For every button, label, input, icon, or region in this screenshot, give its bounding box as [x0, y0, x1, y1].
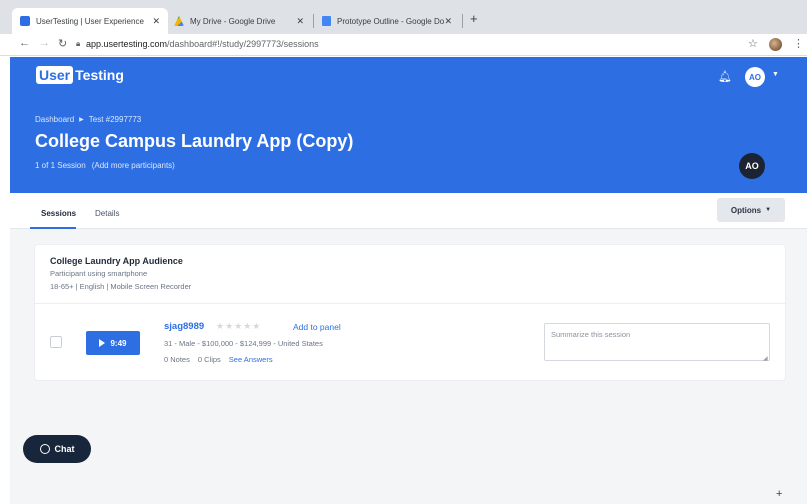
play-icon: [99, 339, 106, 347]
options-button[interactable]: Options ▼: [717, 198, 785, 222]
url-field[interactable]: app.usertesting.com/dashboard#!/study/29…: [86, 39, 319, 49]
forward-arrow-icon[interactable]: →: [39, 37, 50, 49]
see-answers-link[interactable]: See Answers: [229, 355, 273, 364]
breadcrumb: Dashboard ▶ Test #2997773: [35, 115, 141, 124]
summary-input[interactable]: [544, 323, 770, 361]
resize-grip-icon[interactable]: ◢: [763, 355, 768, 362]
close-tab-icon[interactable]: ✕: [296, 16, 304, 27]
reload-icon[interactable]: ↻: [58, 37, 67, 50]
session-count-line: 1 of 1 Session (Add more participants): [35, 161, 175, 170]
page-title: College Campus Laundry App (Copy): [35, 131, 354, 151]
tab-sessions[interactable]: Sessions: [41, 209, 76, 218]
usertesting-favicon-icon: [20, 16, 30, 26]
tab-title: My Drive - Google Drive: [190, 16, 276, 26]
account-avatar[interactable]: AO: [745, 67, 765, 87]
browser-tab-bar: UserTesting | User Experience ✕ My Drive…: [0, 0, 807, 34]
notification-bell-icon[interactable]: 🔔︎: [718, 70, 732, 83]
chat-button[interactable]: Chat: [23, 435, 91, 463]
video-duration: 9:49: [110, 338, 127, 348]
tab-title: UserTesting | User Experience: [36, 16, 144, 26]
close-tab-icon[interactable]: ✕: [444, 16, 452, 27]
add-participants-link[interactable]: (Add more participants): [92, 161, 175, 170]
chat-bubble-icon: [39, 444, 50, 454]
account-menu-caret-icon[interactable]: ▼: [772, 71, 779, 78]
session-count: 1 of 1 Session: [35, 161, 86, 170]
tab-separator: [462, 14, 463, 28]
usertesting-logo[interactable]: User Testing: [36, 66, 124, 84]
audience-title: College Laundry App Audience: [50, 256, 183, 266]
browser-tab-google-drive[interactable]: My Drive - Google Drive ✕: [166, 8, 312, 34]
address-bar: ← → ↻ 🔒︎ app.usertesting.com/dashboard#!…: [0, 34, 807, 56]
close-tab-icon[interactable]: ✕: [152, 16, 160, 27]
play-video-button[interactable]: 9:49: [86, 331, 140, 355]
audience-subtitle: Participant using smartphone: [50, 269, 148, 278]
lock-icon: 🔒︎: [76, 39, 81, 48]
add-to-panel-link[interactable]: Add to panel: [293, 322, 341, 332]
owner-avatar: AO: [739, 153, 765, 179]
session-stats: 0 Notes 0 Clips See Answers: [164, 355, 273, 364]
participant-username[interactable]: sjag8989: [164, 321, 204, 332]
browser-tab-usertesting[interactable]: UserTesting | User Experience ✕: [12, 8, 168, 34]
clips-count[interactable]: 0 Clips: [198, 355, 221, 364]
tab-details[interactable]: Details: [95, 209, 119, 218]
plus-icon[interactable]: +: [776, 488, 782, 500]
sessions-content: College Laundry App Audience Participant…: [10, 229, 807, 504]
study-tabs: Sessions Details Options ▼: [10, 193, 807, 229]
google-docs-favicon-icon: [322, 16, 331, 26]
study-header: User Testing 🔔︎ AO ▼ Dashboard ▶ Test #2…: [10, 57, 807, 193]
tab-title: Prototype Outline - Google Do: [337, 16, 445, 26]
google-drive-favicon-icon: [174, 16, 184, 26]
star-rating[interactable]: ★★★★★: [216, 321, 261, 332]
new-tab-button[interactable]: +: [470, 12, 478, 26]
breadcrumb-separator-icon: ▶: [79, 117, 84, 123]
audience-meta: 18-65+ | English | Mobile Screen Recorde…: [50, 282, 192, 291]
bookmark-star-icon[interactable]: ☆: [748, 37, 758, 50]
browser-menu-icon[interactable]: ⋮: [793, 37, 804, 50]
session-select-checkbox[interactable]: [50, 336, 62, 348]
card-divider: [35, 303, 785, 304]
browser-profile-avatar[interactable]: [769, 38, 782, 51]
breadcrumb-test[interactable]: Test #2997773: [89, 115, 142, 124]
chevron-down-icon: ▼: [765, 207, 772, 213]
browser-tab-google-docs[interactable]: Prototype Outline - Google Do ✕: [314, 8, 460, 34]
audience-card: College Laundry App Audience Participant…: [35, 245, 785, 380]
breadcrumb-dashboard[interactable]: Dashboard: [35, 115, 74, 124]
participant-demographics: 31 - Male - $100,000 - $124,999 - United…: [164, 339, 323, 348]
back-arrow-icon[interactable]: ←: [19, 37, 30, 49]
notes-count[interactable]: 0 Notes: [164, 355, 190, 364]
